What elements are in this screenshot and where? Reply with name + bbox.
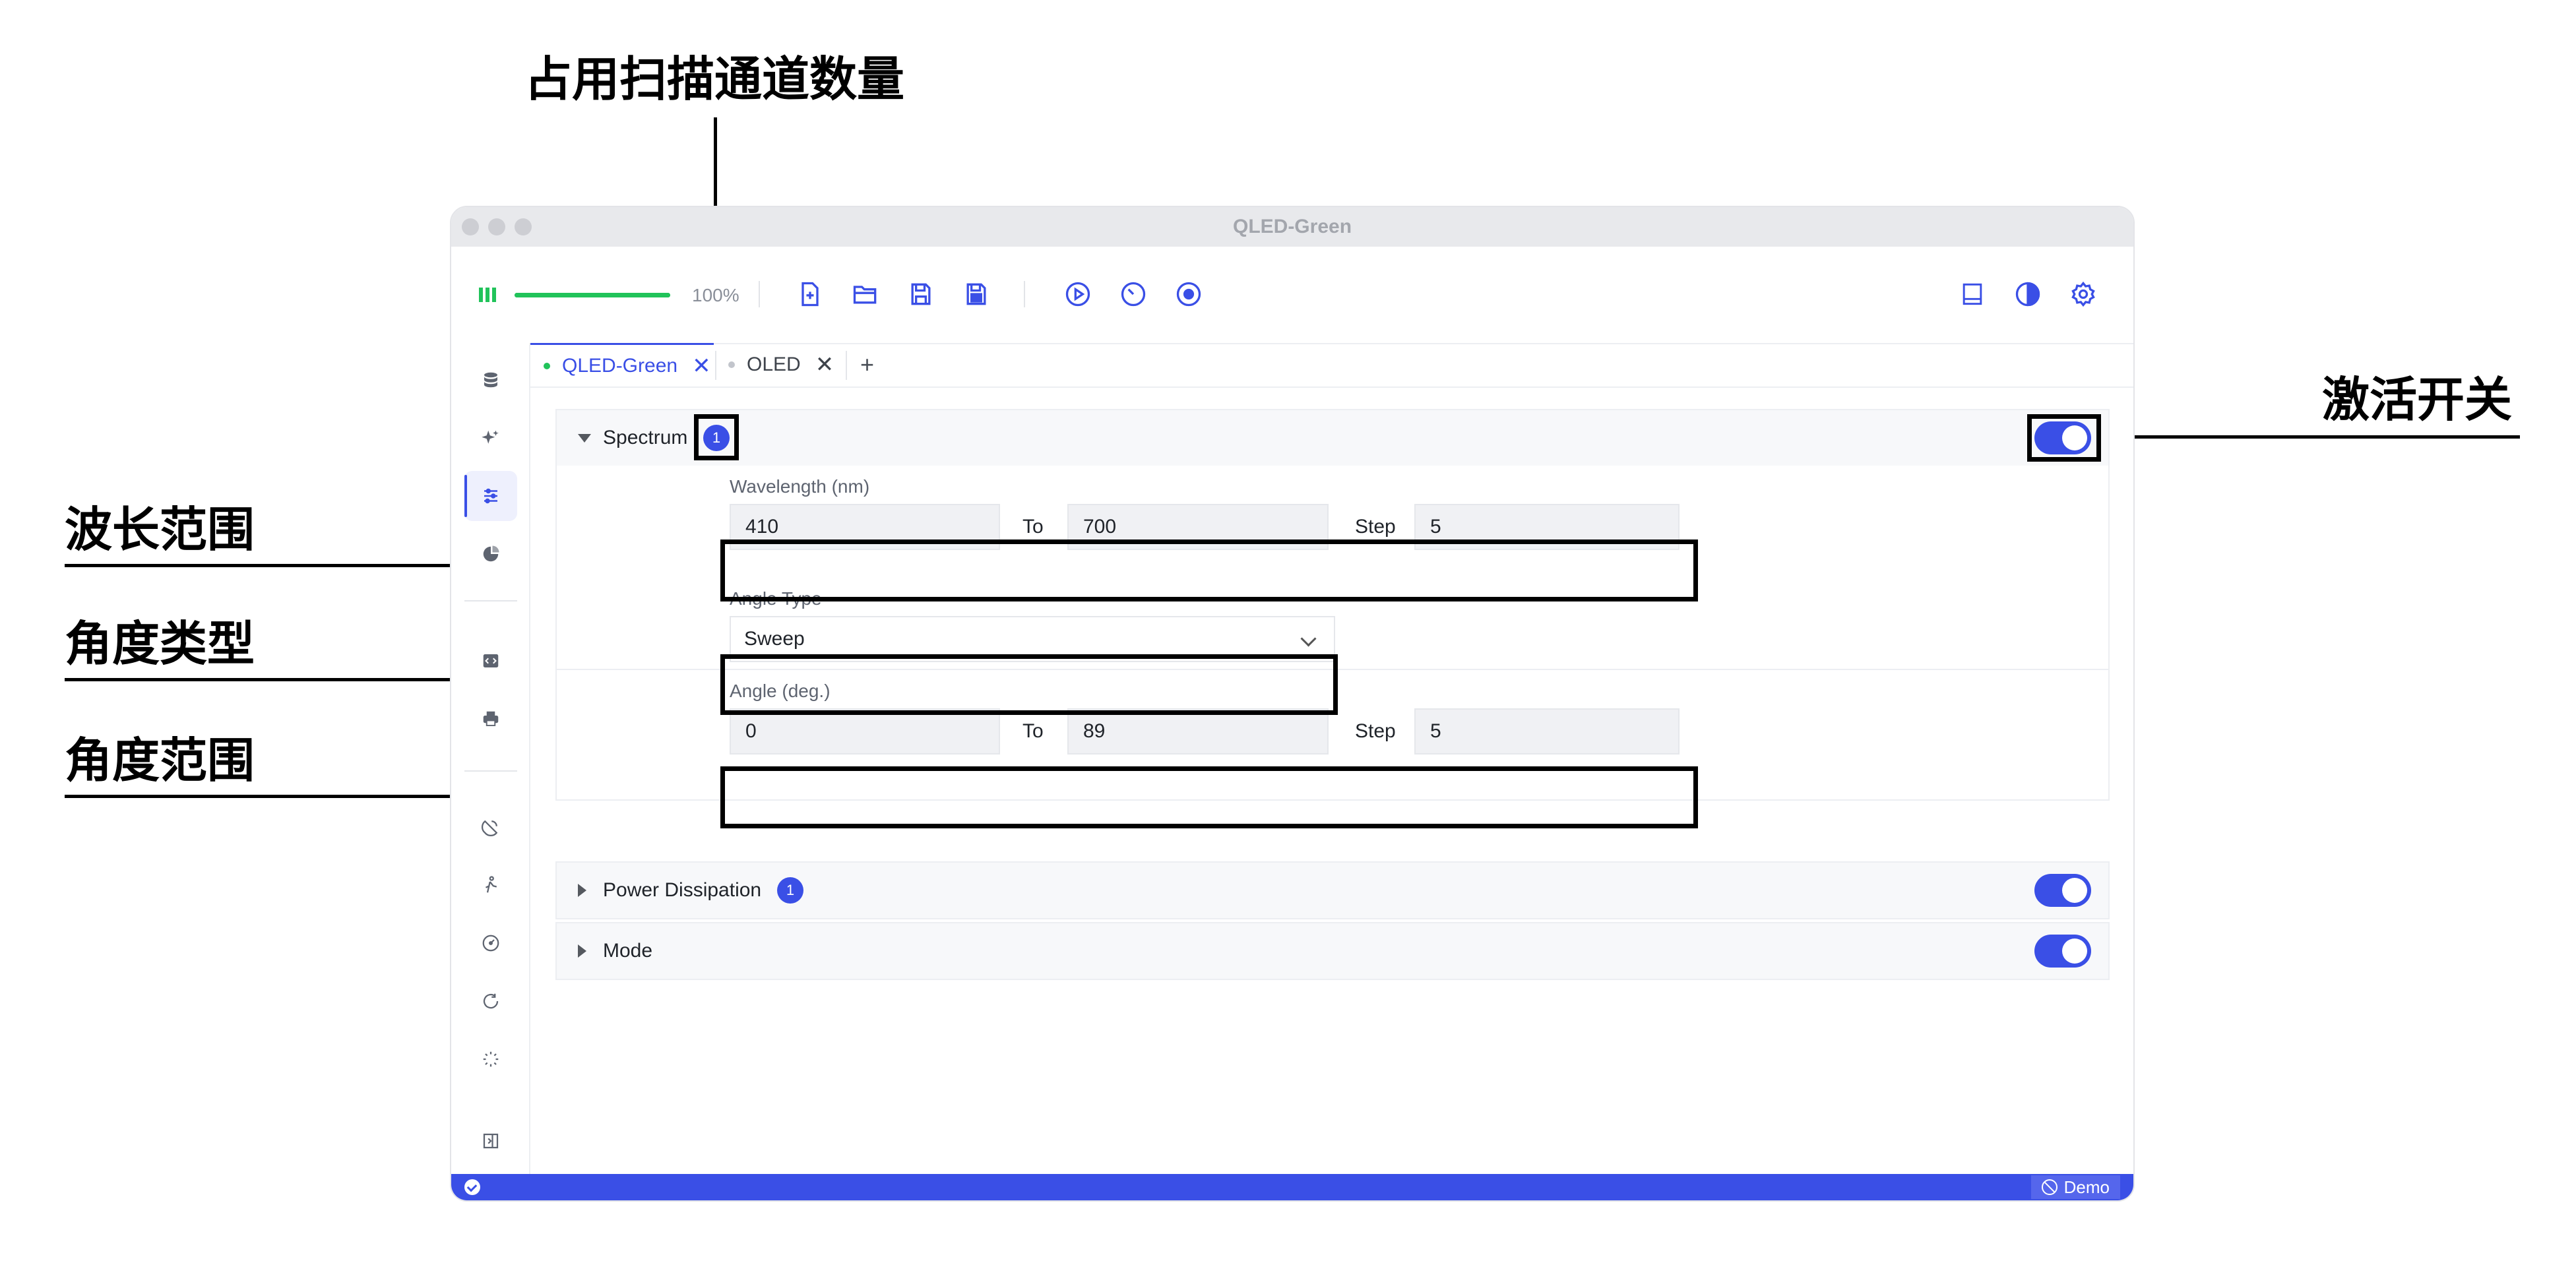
section-mode-header[interactable]: Mode (555, 922, 2110, 980)
toolbar-divider (1024, 281, 1025, 307)
sidebar (451, 343, 530, 1174)
channel-count-badge: 1 (777, 877, 803, 904)
sidebar-divider (464, 770, 517, 772)
progress-bar (515, 293, 670, 297)
chevron-down-icon (1300, 631, 1317, 647)
section-label: Power Dissipation (603, 879, 762, 901)
angle-step-label: Step (1355, 720, 1396, 742)
mode-active-toggle[interactable] (2034, 935, 2091, 968)
open-folder-icon[interactable] (851, 280, 880, 309)
loader-icon[interactable] (464, 1034, 517, 1084)
toolbar: 100% (451, 247, 2133, 344)
add-tab-button[interactable]: + (860, 343, 874, 386)
save-icon[interactable] (906, 280, 935, 309)
section-label: Spectrum (603, 427, 688, 448)
tab-status-dot (728, 361, 735, 368)
channels-bars-icon (479, 288, 497, 302)
tab-qled-green[interactable]: QLED-Green ✕ (530, 343, 714, 386)
tab-close-button[interactable]: ✕ (692, 353, 711, 379)
tab-divider (846, 351, 847, 380)
code-icon[interactable] (464, 636, 517, 686)
highlight-wavelength-range (720, 539, 1698, 601)
panel-icon[interactable] (1958, 280, 1987, 309)
save-as-icon[interactable] (962, 280, 991, 309)
caret-right-icon[interactable] (578, 944, 586, 958)
demo-mode-badge[interactable]: Demo (2030, 1175, 2120, 1199)
ban-icon (2041, 1179, 2058, 1195)
highlight-activate-toggle (2027, 414, 2101, 462)
section-power-header[interactable]: Power Dissipation 1 (555, 861, 2110, 919)
check-circle-icon (464, 1179, 480, 1195)
demo-label: Demo (2063, 1177, 2110, 1197)
tab-label: QLED-Green (562, 354, 678, 377)
pie-chart-icon[interactable] (464, 529, 517, 579)
annotation-wavelength-range: 波长范围 (65, 502, 255, 557)
progress-text: 100% (692, 285, 739, 305)
theme-icon[interactable] (2013, 280, 2042, 309)
annotation-scan-channels: 占用扫描通道数量 (524, 51, 905, 107)
tab-label: OLED (747, 354, 801, 375)
person-walking-icon[interactable] (464, 860, 517, 910)
power-active-toggle[interactable] (2034, 874, 2091, 907)
status-bar: Demo (451, 1174, 2133, 1200)
play-icon[interactable] (1063, 280, 1092, 309)
highlight-angle-range (720, 766, 1698, 828)
wavelength-label: Wavelength (nm) (730, 476, 870, 497)
angle-from-input[interactable]: 0 (730, 708, 1000, 755)
annotation-activate-switch: 激活开关 (2322, 372, 2513, 427)
sliders-icon[interactable] (464, 471, 517, 521)
gear-icon[interactable] (2069, 280, 2098, 309)
tab-status-dot (544, 362, 550, 369)
tab-oled[interactable]: OLED ✕ (728, 343, 834, 386)
refresh-circle-icon[interactable] (464, 976, 517, 1026)
annotation-angle-type: 角度类型 (65, 616, 255, 671)
printer-icon[interactable] (464, 694, 517, 744)
sidebar-divider (464, 600, 517, 601)
angle-type-value: Sweep (744, 628, 805, 650)
toolbar-divider (759, 281, 760, 307)
collapse-panel-icon[interactable] (464, 1116, 517, 1166)
caret-down-icon[interactable] (578, 433, 591, 443)
section-spectrum-header[interactable]: Spectrum 1 (555, 409, 2110, 467)
tab-close-button[interactable]: ✕ (815, 352, 834, 378)
timer-icon[interactable] (1119, 280, 1148, 309)
stop-icon[interactable] (1174, 280, 1203, 309)
sparkles-icon[interactable] (464, 413, 517, 463)
annotation-angle-range: 角度范围 (65, 733, 255, 788)
annotation-line-activate-switch (2098, 435, 2520, 439)
angle-to-input[interactable]: 89 (1067, 708, 1329, 755)
tab-bar: QLED-Green ✕ OLED ✕ + (530, 343, 2133, 388)
database-icon[interactable] (464, 355, 517, 405)
caret-right-icon[interactable] (578, 884, 586, 897)
tab-divider (715, 351, 716, 380)
window-title: QLED-Green (1232, 216, 1352, 237)
progress-fill (515, 293, 670, 297)
highlight-channel-badge (694, 414, 739, 460)
angle-to-label: To (1022, 720, 1044, 742)
title-bar: QLED-Green (451, 207, 2133, 247)
new-file-icon[interactable] (796, 280, 825, 309)
section-label: Mode (603, 940, 653, 962)
gauge-icon[interactable] (464, 918, 517, 968)
highlight-angle-type (720, 654, 1338, 715)
angle-step-input[interactable]: 5 (1414, 708, 1680, 755)
satellite-dish-icon[interactable] (464, 802, 517, 852)
